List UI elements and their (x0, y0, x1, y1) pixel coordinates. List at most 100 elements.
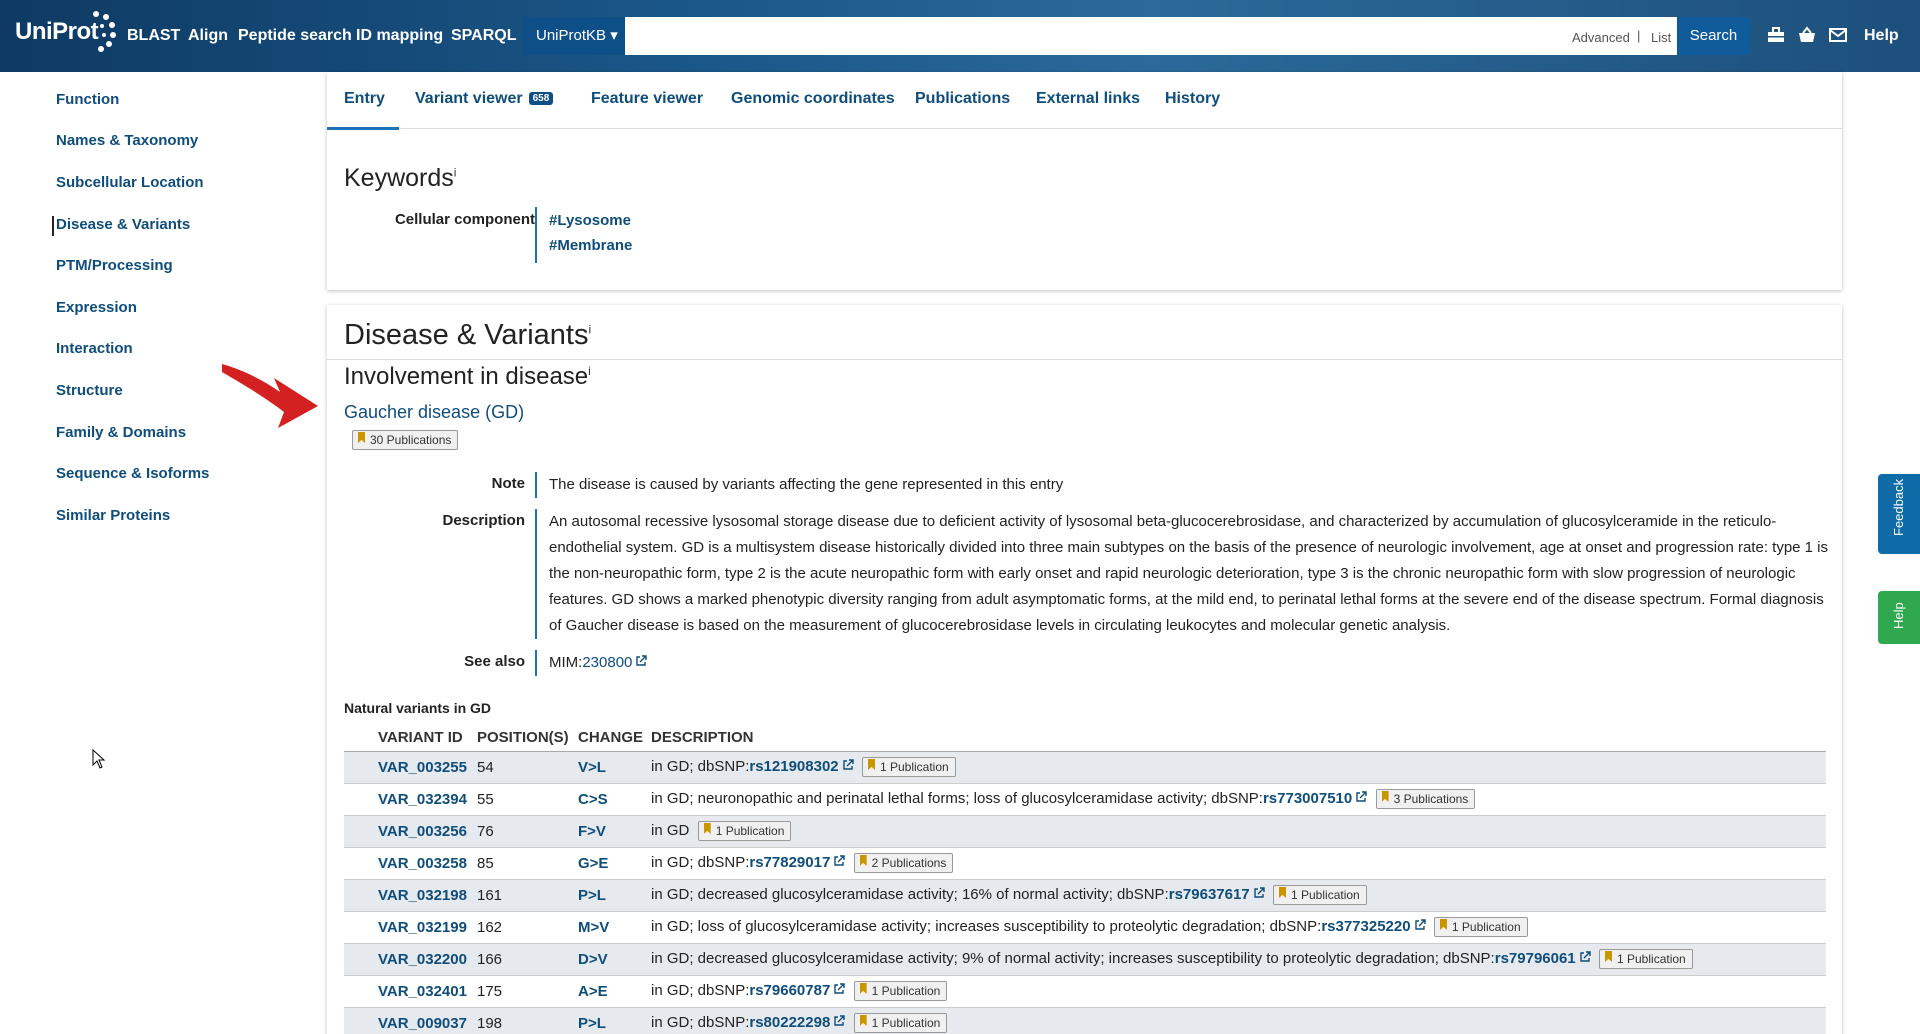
tab-history[interactable]: History (1165, 90, 1220, 108)
database-select[interactable]: UniProtKB ▾ (522, 17, 625, 55)
dbsnp-link[interactable]: rs79660787 (749, 982, 830, 999)
nav-id-mapping[interactable]: ID mapping (356, 27, 443, 45)
variant-change-cell[interactable]: M>V (578, 911, 651, 944)
variant-id-cell: VAR_032198 (344, 879, 477, 912)
variant-publications-badge[interactable]: 1 Publication (1273, 885, 1367, 905)
variant-description-text: in GD; dbSNP: (651, 853, 750, 871)
variant-id-link[interactable]: VAR_032401 (378, 983, 467, 1000)
variant-id-link[interactable]: VAR_003255 (378, 759, 467, 776)
sidebar-item-structure[interactable]: Structure (56, 382, 123, 399)
variant-description-text: in GD (651, 821, 690, 839)
mim-link[interactable]: 230800 (582, 654, 632, 671)
tab-publications[interactable]: Publications (915, 90, 1010, 108)
variant-id-link[interactable]: VAR_032198 (378, 887, 467, 904)
nav-peptide-search[interactable]: Peptide search (238, 27, 352, 45)
sidebar-item-interaction[interactable]: Interaction (56, 340, 133, 357)
tab-variant-viewer[interactable]: Variant viewer 658 (415, 90, 554, 108)
variants-table-body: VAR_003255 54 V>L in GD; dbSNP:rs121908302 … (344, 751, 1826, 1034)
variant-description-text: in GD; decreased glucosylceramidase acti… (651, 949, 1495, 967)
variants-table: VARIANT ID POSITION(S) CHANGE DESCRIPTIO… (344, 724, 1826, 1034)
keyword-membrane-link[interactable]: #Membrane (549, 233, 632, 259)
sidebar-item-sequence-isoforms[interactable]: Sequence & Isoforms (56, 465, 209, 482)
nav-sparql[interactable]: SPARQL (451, 27, 516, 45)
variant-id-link[interactable]: VAR_003256 (378, 823, 467, 840)
dbsnp-link[interactable]: rs773007510 (1263, 790, 1352, 807)
variant-publications-badge[interactable]: 2 Publications (853, 853, 954, 873)
keywords-info-icon[interactable]: i (454, 166, 457, 180)
nav-align[interactable]: Align (188, 27, 228, 45)
help-side-button[interactable]: Help (1878, 591, 1920, 644)
sidebar-item-function[interactable]: Function (56, 91, 119, 108)
variant-change-cell[interactable]: A>E (578, 975, 651, 1008)
tab-external-links[interactable]: External links (1036, 90, 1140, 108)
feedback-button[interactable]: Feedback (1878, 474, 1920, 554)
help-link[interactable]: Help (1864, 27, 1899, 45)
tab-entry[interactable]: Entry (344, 90, 385, 108)
sidebar-item-disease-variants[interactable]: Disease & Variants (56, 216, 190, 233)
external-link-icon (834, 855, 845, 866)
variant-id-link[interactable]: VAR_032199 (378, 919, 467, 936)
dbsnp-link[interactable]: rs121908302 (749, 758, 838, 775)
variant-publications-badge[interactable]: 1 Publication (1433, 917, 1528, 937)
keyword-lysosome-link[interactable]: #Lysosome (549, 208, 632, 234)
dbsnp-link[interactable]: rs377325220 (1321, 918, 1410, 935)
variant-id-link[interactable]: VAR_032200 (378, 951, 467, 968)
header-variant-id[interactable]: VARIANT ID (344, 724, 477, 752)
dbsnp-link[interactable]: rs77829017 (749, 854, 830, 871)
separator: | (1637, 28, 1641, 43)
variant-change-cell[interactable]: D>V (578, 943, 651, 976)
table-row: VAR_003256 76 F>V in GD 1 Publication (344, 815, 1826, 848)
mail-icon[interactable] (1828, 25, 1848, 45)
sidebar-item-subcellular-location[interactable]: Subcellular Location (56, 174, 204, 191)
search-button[interactable]: Search (1677, 17, 1750, 55)
sidebar-item-expression[interactable]: Expression (56, 299, 137, 316)
header-change[interactable]: CHANGE (578, 724, 651, 752)
dbsnp-link[interactable]: rs79637617 (1169, 886, 1250, 903)
description-bar (535, 509, 537, 639)
header-description[interactable]: DESCRIPTION (651, 724, 1826, 752)
variant-description-text: in GD; loss of glucosylceramidase activi… (651, 917, 1322, 935)
variants-caption: Natural variants in GD (344, 700, 492, 716)
variant-change-cell[interactable]: G>E (578, 847, 651, 880)
search-input[interactable] (625, 17, 1677, 55)
variant-publications-badge[interactable]: 1 Publication (1599, 949, 1693, 969)
variant-publications-badge[interactable]: 1 Publication (853, 1013, 948, 1033)
tab-genomic-coordinates[interactable]: Genomic coordinates (731, 90, 895, 108)
basket-icon[interactable] (1797, 25, 1817, 45)
variant-change-cell[interactable]: P>L (578, 879, 651, 912)
nav-blast[interactable]: BLAST (127, 27, 180, 45)
dbsnp-link[interactable]: rs80222298 (749, 1014, 830, 1031)
sidebar-item-ptm-processing[interactable]: PTM/Processing (56, 257, 173, 274)
disease-name-link[interactable]: Gaucher disease (GD) (344, 402, 524, 423)
variant-publications-badge[interactable]: 3 Publications (1375, 789, 1476, 809)
variant-change-cell[interactable]: F>V (578, 815, 651, 848)
variant-publications-badge[interactable]: 1 Publication (861, 757, 956, 777)
tab-feature-viewer[interactable]: Feature viewer (591, 90, 703, 108)
variant-publications-badge[interactable]: 1 Publication (853, 981, 948, 1001)
list-search-link[interactable]: List (1651, 30, 1671, 45)
sidebar-item-names-taxonomy[interactable]: Names & Taxonomy (56, 132, 198, 149)
variant-id-link[interactable]: VAR_003258 (378, 855, 467, 872)
table-row: VAR_032394 55 C>S in GD; neuronopathic and … (344, 783, 1826, 816)
variant-id-link[interactable]: VAR_032394 (378, 791, 467, 808)
disease-info-icon[interactable]: i (588, 322, 591, 336)
sidebar-item-similar-proteins[interactable]: Similar Proteins (56, 507, 170, 524)
dbsnp-link[interactable]: rs79796061 (1495, 950, 1576, 967)
variant-change-cell[interactable]: P>L (578, 1007, 651, 1034)
variant-change-cell[interactable]: V>L (578, 751, 651, 784)
header-positions[interactable]: POSITION(S) (477, 724, 578, 752)
variant-publications-badge[interactable]: 1 Publication (697, 821, 792, 841)
variant-publications-label: 1 Publication (879, 760, 949, 774)
variant-description-cell: in GD; loss of glucosylceramidase activi… (651, 911, 1826, 944)
variant-change-cell[interactable]: C>S (578, 783, 651, 816)
variant-id-cell: VAR_003256 (344, 815, 477, 848)
involvement-info-icon[interactable]: i (588, 364, 591, 378)
toolbox-icon[interactable] (1766, 25, 1786, 45)
disease-publications-badge[interactable]: 30 Publications (352, 430, 459, 450)
advanced-search-link[interactable]: Advanced (1572, 30, 1630, 45)
involvement-title-text: Involvement in disease (344, 363, 589, 390)
sidebar-item-family-domains[interactable]: Family & Domains (56, 424, 186, 441)
see-also-bar (535, 650, 537, 676)
disease-variants-title: Disease & Variantsi (344, 319, 591, 352)
variant-id-link[interactable]: VAR_009037 (378, 1015, 467, 1032)
